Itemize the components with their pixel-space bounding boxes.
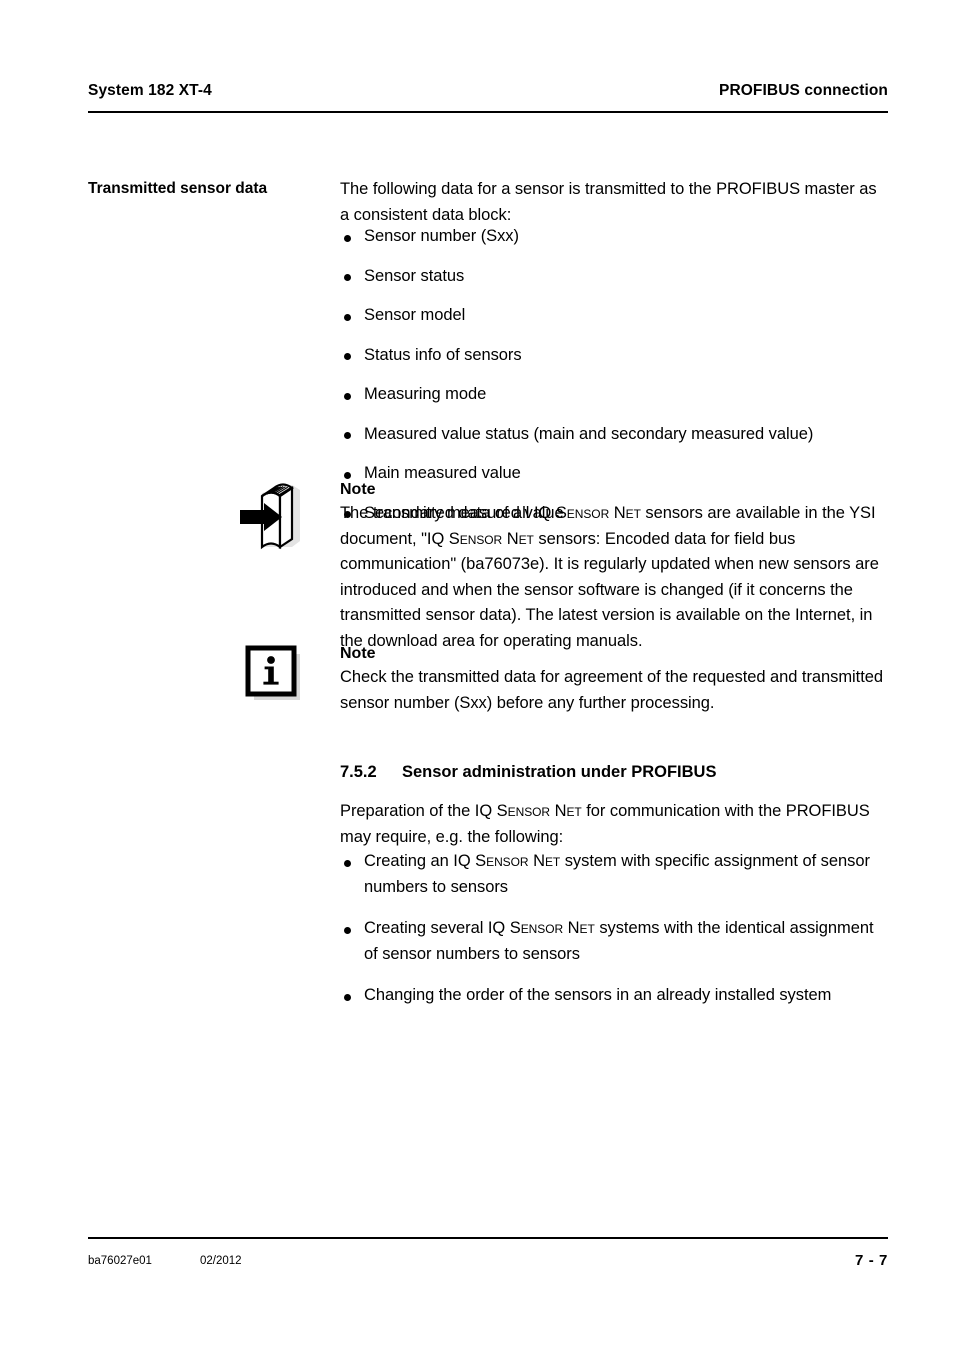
small-caps-net: Net [554,802,582,820]
intro-paragraph: The following data for a sensor is trans… [340,180,877,224]
header-document-title: System 182 XT-4 [88,82,212,99]
footer-divider [88,1237,888,1239]
small-caps-net: Net [533,852,561,870]
small-caps-sensor: Sensor [448,529,503,548]
small-caps-sensor: Sensor [555,504,610,522]
small-caps-net: Net [613,504,641,522]
margin-label-transmitted-sensor-data: Transmitted sensor data [88,180,268,197]
small-caps-net: Net [567,919,595,937]
page-header: System 182 XT-4 PROFIBUS connection [88,82,888,100]
note-text: The transmitted data of all IQ Sensor Ne… [340,501,888,654]
list-item: Sensor status [340,264,888,290]
page-footer: ba76027e01 02/2012 7 - 7 [88,1252,888,1275]
section-heading-7-5-2: 7.5.2 Sensor administration under PROFIBU… [340,763,888,782]
header-chapter-title: PROFIBUS connection [719,82,888,99]
list-item-seg: Creating several IQ [364,919,510,937]
list-item: Sensor model [340,303,888,329]
header-divider [88,111,888,113]
section-intro-seg: Preparation of the IQ [340,802,497,820]
section-title: Sensor administration under PROFIBUS [402,763,717,781]
intro-block: The following data for a sensor is trans… [340,177,888,228]
footer-document-number: ba76027e01 [88,1255,152,1267]
list-item: Creating an IQ Sensor Net system with sp… [340,849,888,900]
small-caps-sensor: Sensor [509,919,564,937]
small-caps-net: Net [506,529,534,548]
info-icon [240,643,312,723]
footer-page-number: 7 - 7 [854,1252,888,1269]
document-page: System 182 XT-4 PROFIBUS connection Tran… [0,0,954,1350]
list-item: Sensor number (Sxx) [340,224,888,250]
small-caps-sensor: Sensor [496,802,551,820]
list-item: Status info of sensors [340,343,888,369]
note-title: Note [340,645,376,662]
note-body: Note The transmitted data of all IQ Sens… [340,479,888,654]
list-item-seg: Creating an IQ [364,852,476,870]
section-number: 7.5.2 [340,763,377,781]
book-with-arrow-icon [240,479,312,559]
list-item: Measured value status (main and secondar… [340,422,888,448]
section-intro-paragraph: Preparation of the IQ Sensor Net for com… [340,799,888,850]
list-item: Creating several IQ Sensor Net systems w… [340,916,888,967]
list-item-seg: Changing the order of the sensors in an … [364,986,832,1004]
footer-date: 02/2012 [200,1255,242,1267]
small-caps-sensor: Sensor [475,852,529,870]
note-text: Check the transmitted data for agreement… [340,668,883,712]
note-body: Note Check the transmitted data for agre… [340,643,888,716]
note-text-seg: The transmitted data of all IQ [340,504,556,522]
list-item: Measuring mode [340,382,888,408]
note-title: Note [340,481,376,498]
list-item: Changing the order of the sensors in an … [340,983,888,1009]
admin-task-list: Creating an IQ Sensor Net system with sp… [340,849,888,1009]
